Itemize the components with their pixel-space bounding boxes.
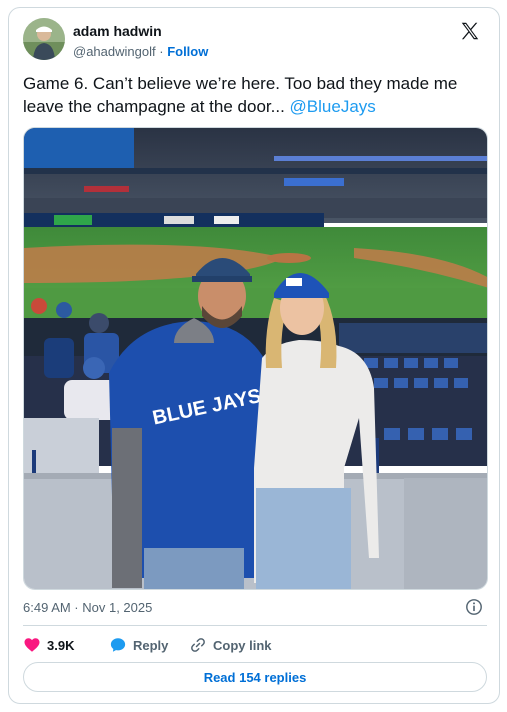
avatar[interactable] [23,18,65,60]
reply-button[interactable]: Reply [109,634,168,656]
reply-label: Reply [133,637,169,653]
like-button[interactable]: 3.9K [23,634,74,656]
tweet-text: Game 6. Can’t believe we’re here. Too ba… [23,72,491,118]
separator-dot: · [159,44,164,59]
link-icon [191,638,205,652]
author-names: adam hadwin @ahadwingolf · Follow [73,22,208,61]
x-logo-icon[interactable] [459,20,481,42]
info-icon[interactable] [465,598,483,616]
handle-row: @ahadwingolf · Follow [73,43,208,61]
read-replies-button[interactable]: Read 154 replies [23,662,487,692]
copy-link-button[interactable]: Copy link [189,634,272,656]
author-handle[interactable]: @ahadwingolf [73,44,156,59]
like-count: 3.9K [47,637,75,653]
stadium-photo-illustration: BLUE JAYS [24,128,487,589]
tweet-timestamp[interactable]: 6:49 AM · Nov 1, 2025 [23,600,152,615]
display-name[interactable]: adam hadwin [73,22,208,40]
follow-button[interactable]: Follow [167,44,208,59]
copy-link-label: Copy link [213,637,272,653]
action-bar: 3.9K Reply Copy link [23,634,487,656]
heart-icon [24,638,40,652]
divider [23,625,487,626]
tweet-photo[interactable]: BLUE JAYS [23,127,488,590]
mention-link[interactable]: @BlueJays [290,97,376,116]
tweet-header: adam hadwin @ahadwingolf · Follow [23,18,487,64]
tweet-body: Game 6. Can’t believe we’re here. Too ba… [23,74,458,116]
tweet-card: adam hadwin @ahadwingolf · Follow Game 6… [8,7,500,704]
reply-bubble-icon [110,638,126,652]
